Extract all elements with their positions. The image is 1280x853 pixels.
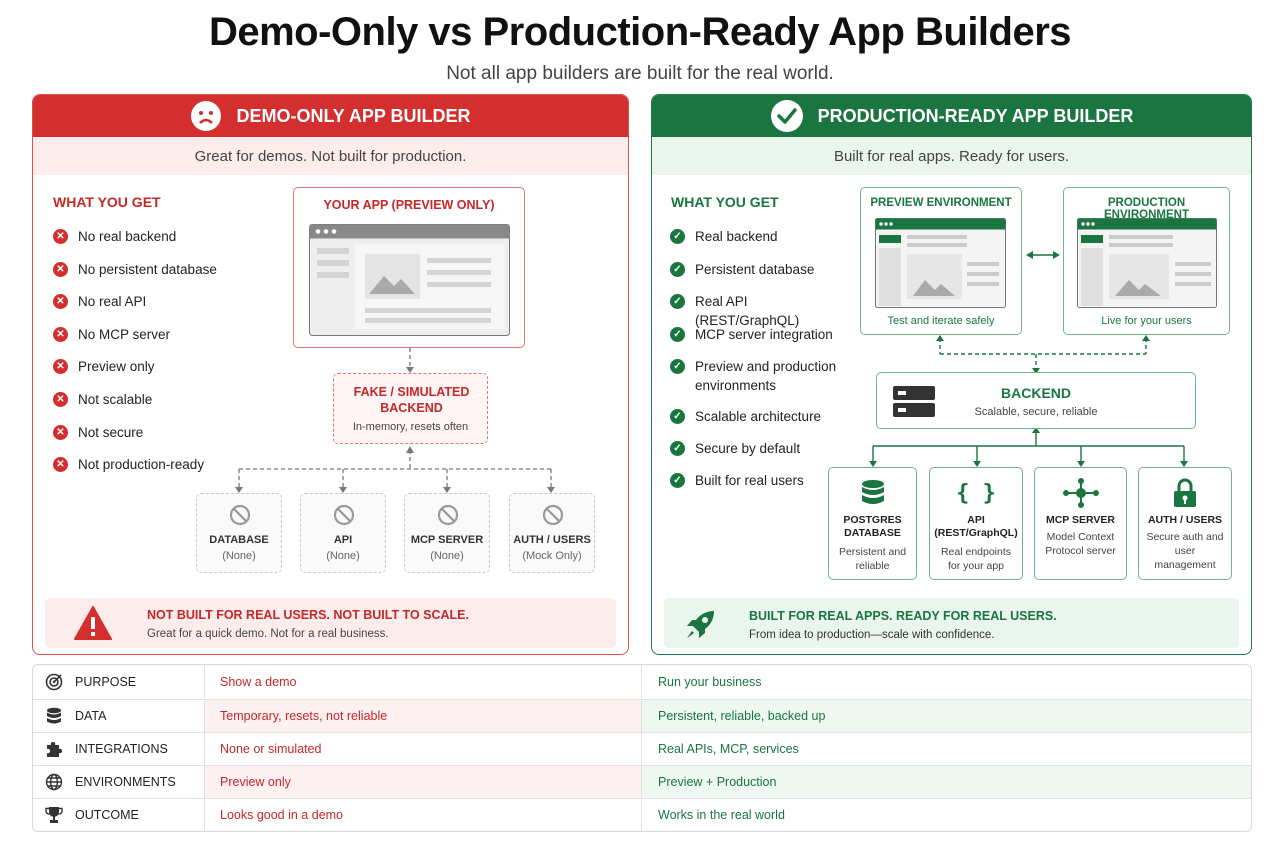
comparison-demo-cell: Preview only — [205, 766, 642, 798]
trophy-icon — [45, 806, 63, 824]
comparison-label-cell: DATA — [33, 700, 205, 732]
prohibited-icon — [542, 504, 564, 526]
prod-backend-sub: Scalable, secure, reliable — [974, 406, 1098, 418]
comparison-prod-cell: Persistent, reliable, backed up — [642, 700, 1251, 732]
comparison-label: OUTCOME — [75, 808, 139, 822]
comparison-label: INTEGRATIONS — [75, 742, 168, 756]
prod-service-box: { } API (REST/GraphQL) Real endpoints for … — [929, 467, 1023, 580]
demo-service-status: (None) — [326, 550, 360, 562]
warning-icon — [74, 606, 112, 640]
demo-service-box: API (None) — [300, 493, 386, 573]
demo-service-status: (None) — [430, 550, 464, 562]
comparison-prod-cell: Real APIs, MCP, services — [642, 733, 1251, 765]
prod-service-name: AUTH / USERS — [1147, 514, 1223, 526]
globe-icon — [45, 773, 63, 791]
prod-banner: BUILT FOR REAL APPS. READY FOR REAL USER… — [664, 598, 1239, 648]
prohibited-icon — [437, 504, 459, 526]
demo-service-status: (Mock Only) — [522, 550, 582, 562]
comparison-demo-cell: Temporary, resets, not reliable — [205, 700, 642, 732]
prod-service-icon-wrap: { } — [930, 478, 1022, 508]
network-icon — [1062, 478, 1099, 508]
prod-service-desc: Persistent and reliable — [838, 546, 907, 572]
comparison-label: PURPOSE — [75, 674, 137, 689]
demo-service-status: (None) — [222, 550, 256, 562]
prod-service-box: POSTGRES DATABASE Persistent and reliable — [828, 467, 917, 580]
prod-service-box: MCP SERVER Model Context Protocol server — [1034, 467, 1127, 580]
target-icon — [45, 673, 63, 691]
code-braces-icon: { } — [956, 480, 996, 506]
page-subtitle: Not all app builders are built for the r… — [446, 63, 834, 84]
prod-service-icon-wrap — [1139, 478, 1231, 508]
demo-service-name: AUTH / USERS — [513, 534, 591, 546]
comparison-label-cell: OUTCOME — [33, 799, 205, 831]
comparison-row: ENVIRONMENTS Preview only Preview + Produc… — [33, 765, 1251, 798]
prohibited-icon — [229, 504, 251, 526]
demo-banner: NOT BUILT FOR REAL USERS. NOT BUILT TO S… — [45, 598, 616, 648]
prod-backend-title: BACKEND — [1001, 385, 1071, 401]
comparison-demo-cell: Show a demo — [205, 665, 642, 698]
database-icon — [861, 480, 884, 504]
demo-service-name: API — [333, 534, 353, 546]
comparison-label-cell: ENVIRONMENTS — [33, 766, 205, 798]
comparison-label: DATA — [75, 709, 107, 723]
prod-backend-box: BACKEND Scalable, secure, reliable — [876, 372, 1196, 429]
comparison-demo-cell: Looks good in a demo — [205, 799, 642, 831]
rocket-icon — [687, 611, 714, 638]
database-icon — [45, 707, 63, 725]
prod-banner-title: BUILT FOR REAL APPS. READY FOR REAL USER… — [749, 609, 1057, 623]
lock-icon — [1174, 478, 1196, 507]
prod-service-name: API (REST/GraphQL) — [934, 514, 1018, 539]
prod-service-icon-wrap — [1035, 478, 1126, 508]
demo-banner-sub: Great for a quick demo. Not for a real b… — [147, 628, 389, 640]
demo-service-name: MCP SERVER — [410, 534, 484, 546]
prod-panel: PRODUCTION-READY APP BUILDER Built for r… — [651, 94, 1252, 655]
demo-banner-title: NOT BUILT FOR REAL USERS. NOT BUILT TO S… — [147, 608, 469, 622]
comparison-prod-cell: Run your business — [642, 665, 1251, 698]
prod-service-name: MCP SERVER — [1045, 514, 1116, 526]
demo-panel: DEMO-ONLY APP BUILDER Great for demos. N… — [32, 94, 629, 655]
puzzle-icon — [45, 740, 63, 758]
prod-service-box: AUTH / USERS Secure auth and user managem… — [1138, 467, 1232, 580]
demo-backend-box: FAKE / SIMULATED BACKEND In-memory, rese… — [333, 373, 488, 444]
prod-service-name: POSTGRES DATABASE — [843, 514, 902, 539]
prod-service-desc: Secure auth and user management — [1146, 531, 1224, 571]
comparison-row: PURPOSE Show a demo Run your business — [33, 665, 1251, 698]
prod-service-desc: Real endpoints for your app — [940, 546, 1012, 572]
demo-backend-title: FAKE / SIMULATED BACKEND — [353, 385, 470, 415]
comparison-row: OUTCOME Looks good in a demo Works in the … — [33, 798, 1251, 831]
comparison-label-cell: INTEGRATIONS — [33, 733, 205, 765]
comparison-demo-cell: None or simulated — [205, 733, 642, 765]
demo-service-box: AUTH / USERS (Mock Only) — [509, 493, 595, 573]
demo-service-name: DATABASE — [209, 534, 269, 546]
prod-banner-sub: From idea to production—scale with confi… — [749, 629, 995, 641]
prohibited-icon — [333, 504, 355, 526]
comparison-label-cell: PURPOSE — [33, 665, 205, 698]
demo-service-box: MCP SERVER (None) — [404, 493, 490, 573]
prod-service-icon-wrap — [829, 478, 916, 508]
page-title: Demo-Only vs Production-Ready App Builde… — [208, 10, 1072, 54]
comparison-prod-cell: Preview + Production — [642, 766, 1251, 798]
comparison-row: INTEGRATIONS None or simulated Real APIs, … — [33, 732, 1251, 765]
comparison-label: ENVIRONMENTS — [75, 775, 176, 789]
comparison-row: DATA Temporary, resets, not reliable Persi… — [33, 699, 1251, 732]
comparison-table: PURPOSE Show a demo Run your business DATA T… — [32, 664, 1252, 832]
demo-backend-sub: In-memory, resets often — [352, 421, 469, 433]
comparison-prod-cell: Works in the real world — [642, 799, 1251, 831]
prod-service-desc: Model Context Protocol server — [1045, 531, 1116, 557]
demo-service-box: DATABASE (None) — [196, 493, 282, 573]
